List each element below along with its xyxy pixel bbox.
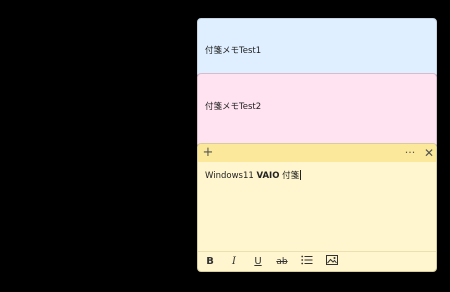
image-icon: [326, 255, 338, 265]
sticky-note-1[interactable]: 付箋メモTest1: [197, 18, 437, 78]
strikethrough-button[interactable]: ab: [275, 255, 289, 269]
sticky-note-active[interactable]: + ··· ✕ Windows11 VAIO 付箋 B I U ab: [197, 143, 437, 272]
text-caret: [300, 170, 302, 180]
note-preview-text: 付箋メモTest1: [205, 46, 262, 56]
bullet-list-button[interactable]: [300, 255, 314, 269]
note-text-bold-segment: VAIO: [256, 171, 280, 181]
desktop-background: 付箋メモTest1 付箋メモTest2 + ··· ✕ Windows11 VA…: [0, 0, 450, 292]
note-text-segment: Windows11: [205, 171, 257, 181]
note-editor[interactable]: Windows11 VAIO 付箋: [205, 169, 302, 181]
bold-button[interactable]: B: [203, 255, 217, 269]
close-note-button[interactable]: ✕: [422, 145, 436, 161]
format-toolbar: B I U ab: [198, 251, 436, 271]
insert-image-button[interactable]: [325, 255, 339, 269]
note-preview-text: 付箋メモTest2: [205, 102, 262, 112]
note-text-segment: 付箋: [279, 171, 300, 181]
note-titlebar[interactable]: + ··· ✕: [198, 144, 436, 162]
italic-button[interactable]: I: [227, 255, 241, 269]
underline-button[interactable]: U: [251, 255, 265, 269]
sticky-note-2[interactable]: 付箋メモTest2: [197, 73, 437, 148]
bullet-list-icon: [301, 255, 313, 265]
more-menu-button[interactable]: ···: [402, 145, 418, 161]
add-note-button[interactable]: +: [201, 145, 215, 161]
